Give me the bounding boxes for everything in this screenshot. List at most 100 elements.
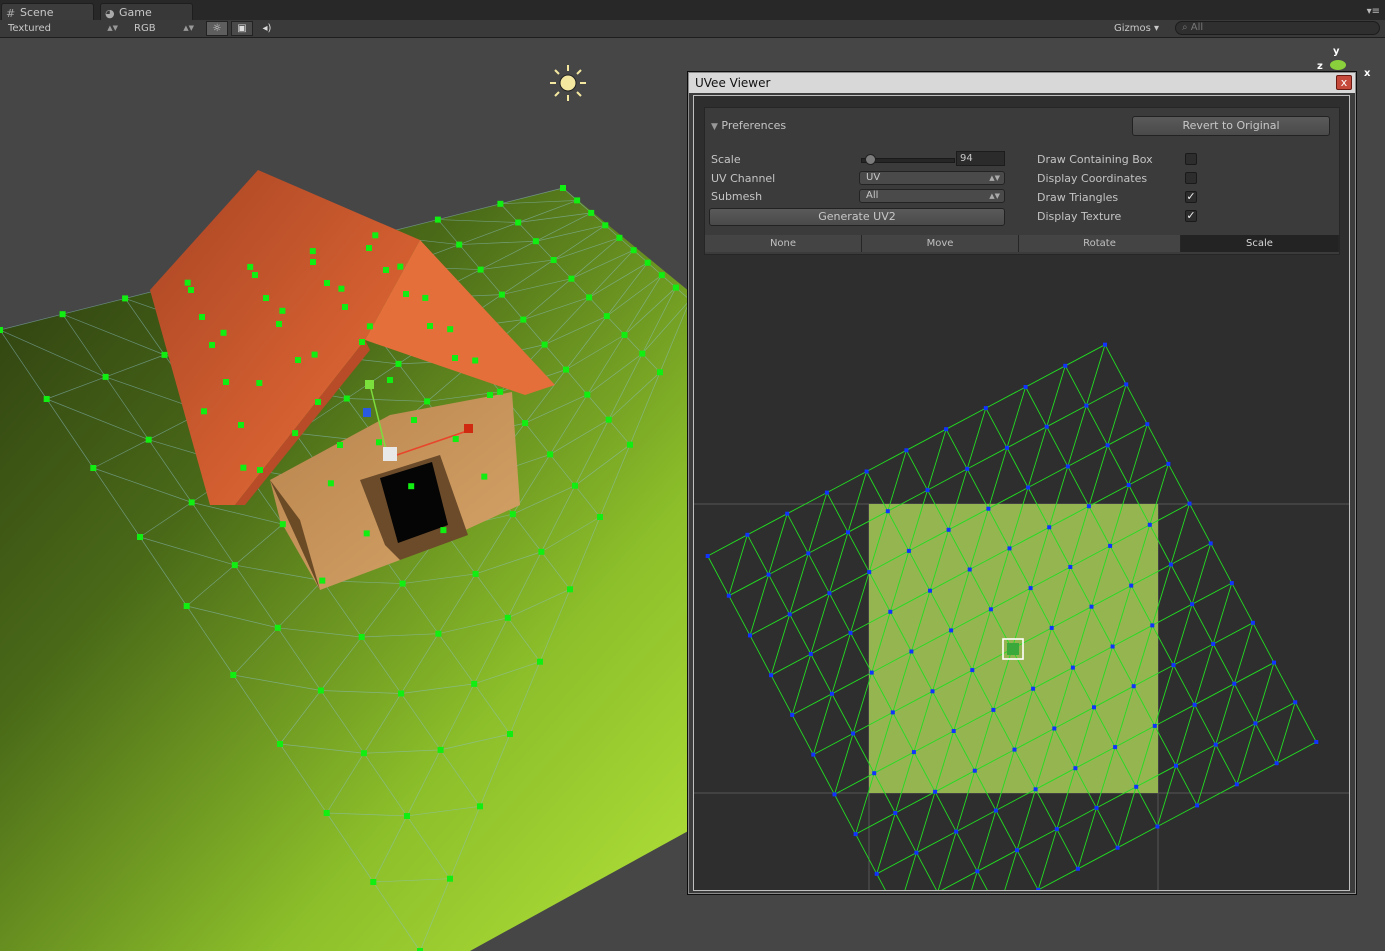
scene-vertex (323, 810, 330, 816)
uv-vertex (1084, 403, 1089, 408)
uv-vertex (975, 869, 980, 874)
uv-vertex (991, 707, 996, 712)
uv-vertex (1293, 700, 1298, 705)
tool-scale-label: Scale (1246, 238, 1273, 249)
uv-vertex (1192, 702, 1197, 707)
uv-vertex (1036, 887, 1041, 890)
scene-vertex (472, 570, 479, 577)
uv-vertex (1086, 504, 1091, 509)
close-button[interactable]: x (1336, 75, 1352, 90)
preferences-foldout[interactable]: ▼ Preferences (711, 119, 786, 132)
scene-vertex (145, 436, 152, 443)
gizmos-dropdown[interactable]: Gizmos ▾ (1114, 21, 1159, 36)
uv-vertex (1026, 485, 1031, 490)
scale-slider-thumb[interactable] (865, 154, 877, 165)
uv-vertex (1274, 761, 1279, 766)
uv-vertex (726, 593, 731, 598)
scene-vertex (408, 483, 415, 490)
scene-vertex (452, 436, 459, 442)
scene-vertex (231, 562, 238, 569)
uv-vertex (1068, 565, 1073, 569)
search-placeholder: All (1190, 22, 1204, 33)
tool-toolbar: None Move Rotate Scale (705, 235, 1339, 254)
scene-vertex (137, 534, 143, 540)
scene-vertex (602, 222, 609, 229)
uv-vertex (911, 750, 916, 755)
draw-containing-box-checkbox[interactable] (1185, 153, 1197, 165)
scene-vertex (657, 369, 663, 376)
uv-vertex (1152, 723, 1157, 728)
uv-vertex (1174, 763, 1178, 768)
scene-vertex (504, 614, 511, 621)
uv-vertex (944, 427, 949, 432)
uv-vertex (829, 691, 834, 696)
draw-triangles-checkbox[interactable]: ✓ (1185, 191, 1197, 203)
draw-triangles-label: Draw Triangles (1037, 191, 1119, 204)
uv-vertex (853, 832, 858, 837)
uv-channel-dropdown[interactable]: UV ▲▼ (859, 171, 1005, 185)
scene-vertex (274, 624, 281, 631)
image-effects-toggle[interactable]: ▣ (231, 21, 253, 36)
scene-vertex (522, 420, 529, 427)
display-coordinates-label: Display Coordinates (1037, 172, 1148, 185)
uv-vertex (832, 792, 837, 797)
window-title-bar[interactable]: UVee Viewer x (689, 73, 1355, 93)
hierarchy-search-input[interactable]: ⌕ All (1175, 21, 1380, 35)
scene-vertex (550, 257, 557, 263)
scene-vertex (188, 287, 194, 293)
tool-move[interactable]: Move (862, 235, 1019, 252)
tool-none[interactable]: None (705, 235, 862, 252)
tool-scale[interactable]: Scale (1181, 235, 1339, 252)
tab-menu-icon[interactable]: ▾≡ (1367, 6, 1380, 17)
scene-vertex (603, 313, 610, 320)
render-mode-dropdown[interactable]: RGB ▲▼ (134, 21, 196, 36)
scene-vertex (398, 690, 405, 697)
chevron-updown-icon: ▲▼ (183, 24, 194, 32)
tab-game[interactable]: ◕ Game (100, 3, 193, 20)
scene-vertex (247, 263, 254, 270)
scene-vertex (342, 304, 348, 310)
generate-uv2-button[interactable]: Generate UV2 (709, 208, 1005, 226)
scene-vertex (161, 351, 168, 358)
uv-vertex (1113, 745, 1118, 750)
uv-vertex (1044, 424, 1049, 429)
display-texture-checkbox[interactable]: ✓ (1185, 210, 1197, 222)
scale-label: Scale (711, 153, 741, 166)
tool-rotate[interactable]: Rotate (1019, 235, 1181, 252)
tool-rotate-label: Rotate (1083, 238, 1116, 249)
revert-to-original-button[interactable]: Revert to Original (1132, 116, 1330, 136)
scene-vertex (447, 875, 453, 882)
scene-vertex (188, 499, 195, 506)
uv-vertex (1049, 625, 1054, 630)
uv-vertex (904, 448, 909, 453)
uv-vertex (1023, 385, 1028, 389)
uv-vertex (1229, 581, 1234, 586)
scene-vertex (672, 284, 679, 291)
tab-scene[interactable]: # Scene (1, 3, 94, 20)
uv-canvas[interactable] (694, 256, 1349, 891)
scene-vertex (574, 197, 581, 204)
draw-mode-dropdown[interactable]: Textured ▲▼ (8, 21, 120, 36)
scene-vertex (411, 417, 417, 423)
uv-vertex (827, 591, 832, 596)
scene-vertex (472, 357, 479, 364)
directional-light-gizmo[interactable] (550, 65, 586, 101)
scene-vertex (658, 272, 665, 279)
audio-icon: ◂) (262, 23, 272, 34)
uv-vertex (1190, 602, 1195, 607)
scene-vertex (397, 263, 404, 270)
scene-vertex (515, 219, 522, 226)
tool-move-label: Move (926, 238, 954, 249)
uv-vertex (986, 506, 991, 511)
submesh-dropdown[interactable]: All ▲▼ (859, 189, 1005, 203)
window-title: UVee Viewer (695, 76, 771, 90)
display-coordinates-checkbox[interactable] (1185, 172, 1197, 184)
orientation-gizmo[interactable] (1330, 60, 1346, 70)
scale-value-field[interactable]: 94 (956, 151, 1005, 166)
audio-toggle[interactable]: ◂) (256, 21, 278, 36)
uv-vertex (906, 548, 911, 553)
lighting-toggle[interactable]: ☼ (206, 21, 228, 36)
close-icon: x (1340, 76, 1348, 89)
uv-vertex (1007, 546, 1012, 551)
gizmo-y-label: y (1333, 46, 1340, 57)
